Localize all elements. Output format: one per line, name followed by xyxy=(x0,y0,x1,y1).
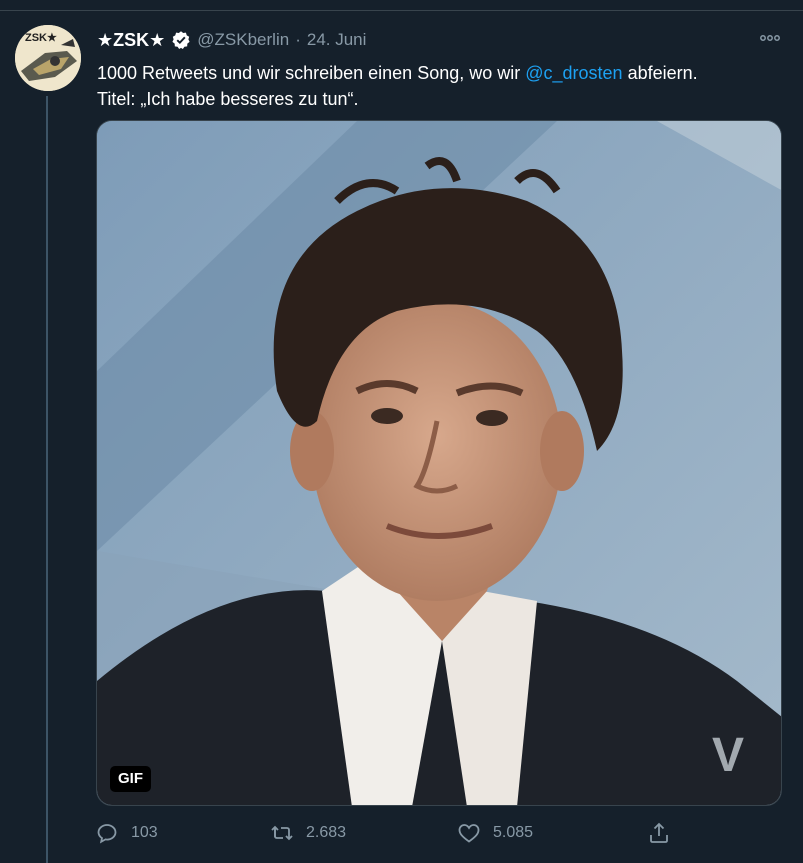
tweet-text-part1: 1000 Retweets und wir schreiben einen So… xyxy=(97,63,526,83)
top-divider xyxy=(0,10,803,11)
tweet-text-part2: abfeiern. xyxy=(622,63,698,83)
tweet-actions: 103 2.683 5.085 xyxy=(95,818,695,848)
retweet-count: 2.683 xyxy=(306,824,347,841)
tweet-date[interactable]: 24. Juni xyxy=(307,30,367,50)
retweet-button[interactable]: 2.683 xyxy=(270,818,346,848)
gif-image: V xyxy=(97,121,781,805)
gif-watermark: V xyxy=(712,729,744,782)
media-gif[interactable]: V xyxy=(96,120,782,806)
share-icon xyxy=(650,822,668,843)
avatar-image: ZSK★ xyxy=(15,25,81,91)
header-separator: · xyxy=(295,30,301,49)
retweet-icon xyxy=(271,825,293,841)
gif-badge: GIF xyxy=(110,766,151,792)
display-name[interactable]: ★ZSK★ xyxy=(97,30,165,51)
reply-count: 103 xyxy=(131,824,158,841)
reply-icon xyxy=(97,824,117,844)
like-icon xyxy=(458,824,480,843)
avatar[interactable]: ZSK★ xyxy=(15,25,81,91)
user-handle[interactable]: @ZSKberlin xyxy=(197,30,289,50)
more-icon[interactable] xyxy=(758,28,782,48)
thread-line xyxy=(46,96,48,863)
avatar-logo: ZSK★ xyxy=(25,32,57,44)
reply-button[interactable]: 103 xyxy=(95,818,158,848)
share-button[interactable] xyxy=(647,818,671,848)
verified-icon xyxy=(171,30,191,50)
mention-link[interactable]: @c_drosten xyxy=(525,63,622,83)
tweet-header: ★ZSK★ @ZSKberlin · 24. Juni xyxy=(97,27,366,53)
like-count: 5.085 xyxy=(493,824,534,841)
tweet-text-line2: Titel: „Ich habe besseres zu tun“. xyxy=(97,89,359,109)
like-button[interactable]: 5.085 xyxy=(457,818,533,848)
tweet-text: 1000 Retweets und wir schreiben einen So… xyxy=(97,60,777,112)
